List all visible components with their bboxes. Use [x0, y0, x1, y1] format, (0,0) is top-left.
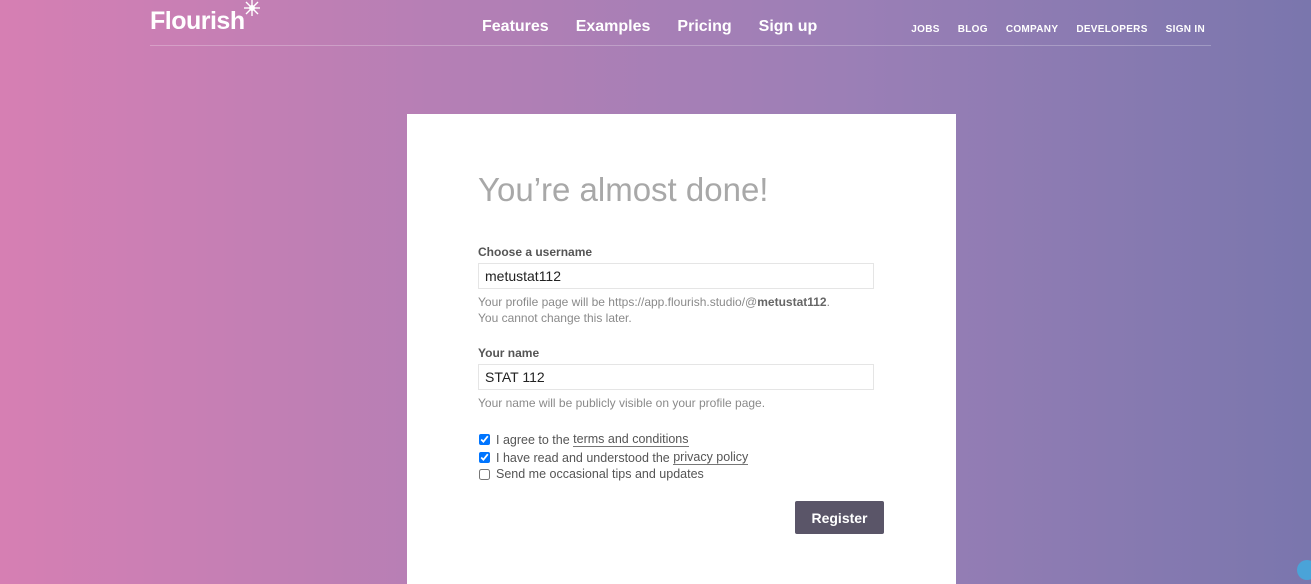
nav-blog[interactable]: BLOG: [958, 24, 988, 35]
name-input[interactable]: [478, 364, 874, 390]
privacy-text: I have read and understood the: [496, 450, 670, 465]
username-label: Choose a username: [478, 245, 593, 259]
privacy-checkbox-row[interactable]: I have read and understood the privacy p…: [478, 450, 749, 465]
registration-card: You’re almost done! Choose a username Yo…: [407, 114, 956, 584]
help-bubble[interactable]: [1297, 560, 1311, 580]
secondary-nav: JOBS BLOG COMPANY DEVELOPERS SIGN IN: [911, 24, 1205, 35]
username-hint-handle: metustat112: [757, 295, 827, 309]
page-title: You’re almost done!: [478, 171, 769, 208]
name-hint: Your name will be publicly visible on yo…: [478, 396, 766, 410]
username-hint-prefix: Your profile page will be https://app.fl…: [478, 295, 758, 309]
nav-features[interactable]: Features: [482, 18, 549, 36]
top-navigation: Flourish Features Examples Pricing Sign …: [150, 0, 1211, 46]
nav-examples[interactable]: Examples: [576, 18, 651, 36]
nav-company[interactable]: COMPANY: [1006, 24, 1058, 35]
tips-checkbox[interactable]: [479, 468, 490, 480]
username-input[interactable]: [478, 263, 874, 289]
terms-text: I agree to the: [496, 432, 570, 447]
username-hint-suffix: .: [826, 295, 830, 309]
username-hint: Your profile page will be https://app.fl…: [478, 294, 830, 326]
name-label: Your name: [478, 346, 540, 360]
nav-sign-up[interactable]: Sign up: [759, 18, 818, 36]
tips-text: Send me occasional tips and updates: [496, 467, 704, 481]
privacy-link[interactable]: privacy policy: [673, 450, 749, 465]
terms-checkbox-row[interactable]: I agree to the terms and conditions: [478, 432, 689, 447]
nav-developers[interactable]: DEVELOPERS: [1076, 24, 1147, 35]
tips-checkbox-row[interactable]: Send me occasional tips and updates: [478, 467, 704, 481]
nav-jobs[interactable]: JOBS: [911, 24, 939, 35]
nav-pricing[interactable]: Pricing: [677, 18, 731, 36]
username-hint-line2: You cannot change this later.: [478, 311, 632, 325]
nav-sign-in[interactable]: SIGN IN: [1166, 24, 1205, 35]
privacy-checkbox[interactable]: [479, 452, 490, 463]
spark-icon: [244, 0, 260, 16]
terms-link[interactable]: terms and conditions: [573, 432, 689, 447]
terms-checkbox[interactable]: [479, 434, 490, 445]
flourish-logo[interactable]: Flourish: [150, 7, 245, 36]
main-nav: Features Examples Pricing Sign up: [482, 18, 817, 36]
register-button[interactable]: Register: [795, 501, 884, 534]
